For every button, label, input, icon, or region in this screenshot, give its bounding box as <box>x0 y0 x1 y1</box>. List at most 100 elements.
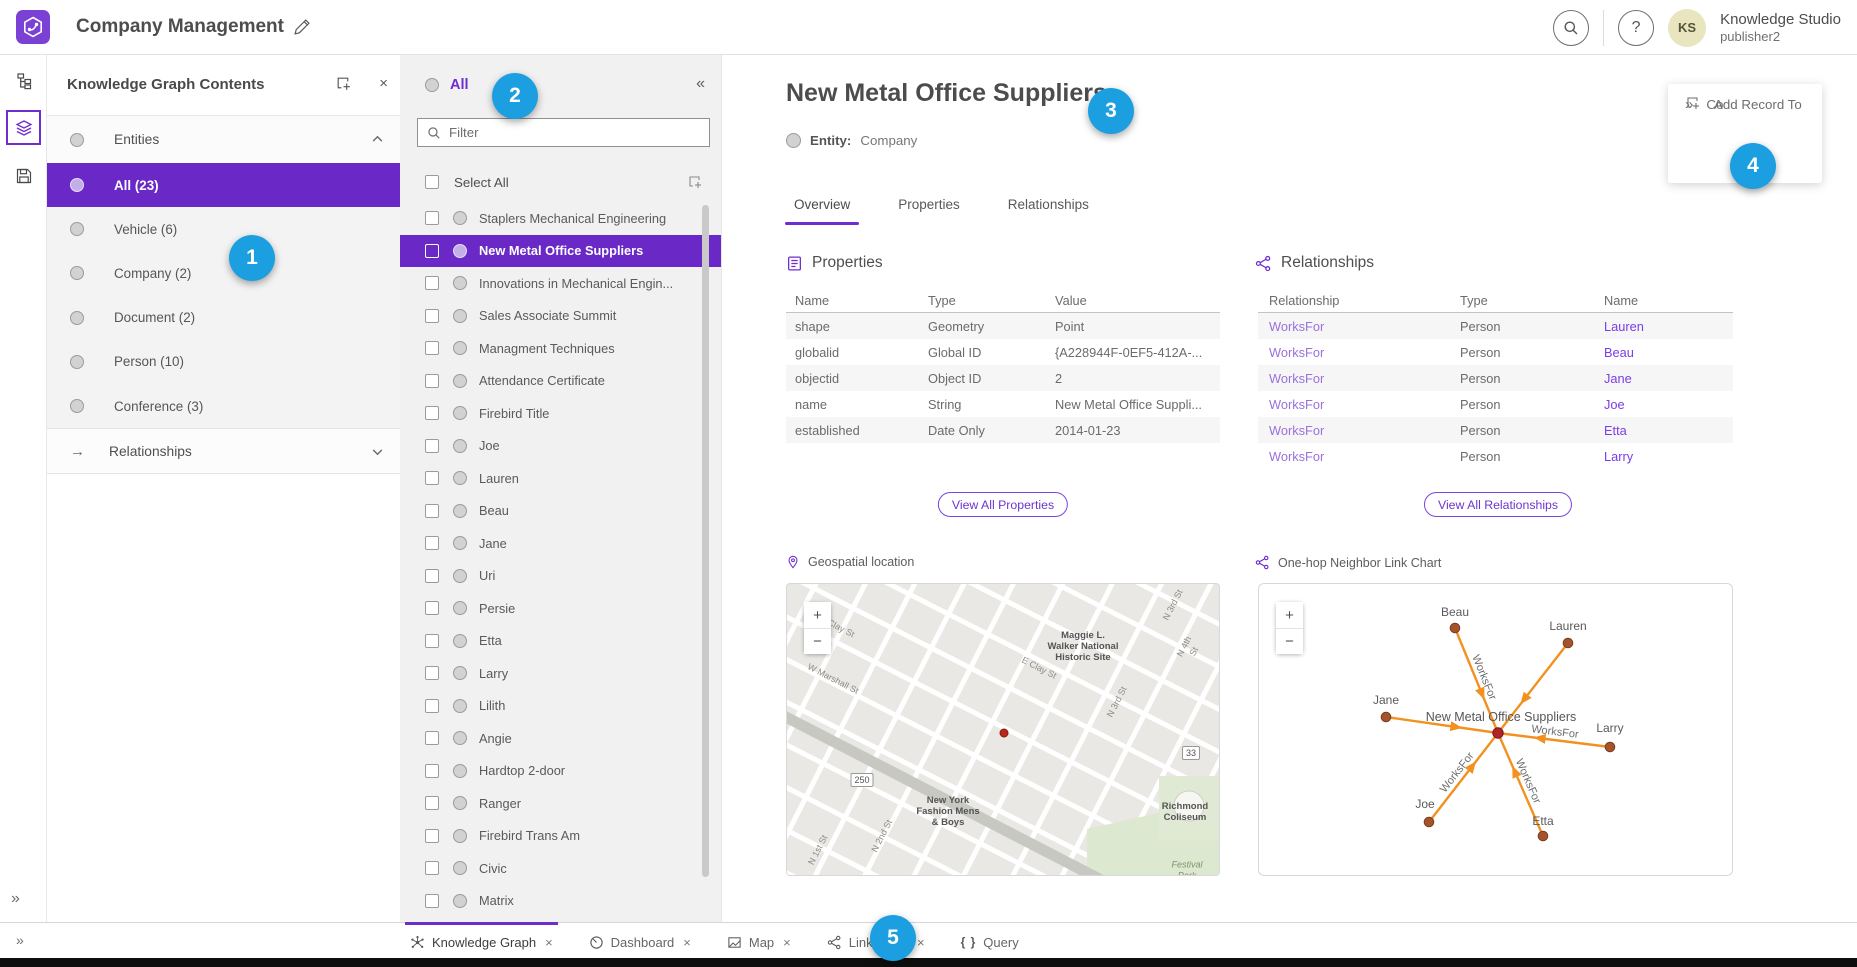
close-tab-icon[interactable]: × <box>545 935 553 950</box>
add-to-new-button[interactable] <box>335 75 352 92</box>
zoom-in-button[interactable]: + <box>1276 602 1303 628</box>
relationship-link[interactable]: WorksFor <box>1269 345 1460 360</box>
close-panel-button[interactable]: × <box>379 75 388 92</box>
entity-checkbox[interactable] <box>425 829 439 843</box>
entity-checkbox[interactable] <box>425 244 439 258</box>
search-button[interactable] <box>1553 10 1589 46</box>
entity-row[interactable]: Innovations in Mechanical Engin... <box>400 267 721 300</box>
entity-row[interactable]: Ranger <box>400 787 721 820</box>
related-entity-link[interactable]: Joe <box>1604 397 1733 412</box>
entity-type-row[interactable]: Conference (3) <box>47 384 400 428</box>
record-tab[interactable]: Relationships <box>999 191 1098 225</box>
entity-checkbox[interactable] <box>425 276 439 290</box>
collapse-panel-icon[interactable]: « <box>696 75 705 93</box>
entity-checkbox[interactable] <box>425 309 439 323</box>
entity-row[interactable]: Civic <box>400 852 721 885</box>
entity-checkbox[interactable] <box>425 536 439 550</box>
filter-input[interactable] <box>449 125 700 140</box>
link-chart-card[interactable]: WorksForWorksForWorksForWorksForBeauLaur… <box>1258 583 1733 876</box>
entity-row[interactable]: Persie <box>400 592 721 625</box>
related-entity-link[interactable]: Etta <box>1604 423 1733 438</box>
entity-row[interactable]: Jane <box>400 527 721 560</box>
entity-checkbox[interactable] <box>425 666 439 680</box>
entity-row[interactable]: Lilith <box>400 690 721 723</box>
entity-row[interactable]: Joe <box>400 430 721 463</box>
entity-checkbox[interactable] <box>425 341 439 355</box>
entity-row[interactable]: Larry <box>400 657 721 690</box>
zoom-in-button[interactable]: + <box>804 602 831 628</box>
edit-title-icon[interactable] <box>293 19 310 41</box>
entity-type-row[interactable]: Person (10) <box>47 340 400 384</box>
expand-icon[interactable]: » <box>16 932 24 948</box>
map-card[interactable]: N 3rd StN 4th StMaggie L. Walker Nationa… <box>786 583 1220 876</box>
data-model-button[interactable] <box>7 64 40 97</box>
entity-row[interactable]: Sales Associate Summit <box>400 300 721 333</box>
chevron-down-icon[interactable] <box>371 445 384 458</box>
relationship-link[interactable]: WorksFor <box>1269 449 1460 464</box>
entity-checkbox[interactable] <box>425 634 439 648</box>
entity-checkbox[interactable] <box>425 731 439 745</box>
chevron-up-icon[interactable] <box>371 133 384 146</box>
entity-checkbox[interactable] <box>425 406 439 420</box>
record-tab[interactable]: Overview <box>785 191 859 225</box>
view-tab[interactable]: Dashboard × <box>584 922 696 959</box>
user-block[interactable]: Knowledge Studio publisher2 <box>1720 11 1841 44</box>
entity-checkbox[interactable] <box>425 504 439 518</box>
entity-row[interactable]: Staplers Mechanical Engineering <box>400 202 721 235</box>
zoom-out-button[interactable]: − <box>1276 628 1303 654</box>
entity-checkbox[interactable] <box>425 699 439 713</box>
related-entity-link[interactable]: Larry <box>1604 449 1733 464</box>
relationship-link[interactable]: WorksFor <box>1269 319 1460 334</box>
entity-row[interactable]: Hardtop 2-door <box>400 755 721 788</box>
entity-checkbox[interactable] <box>425 569 439 583</box>
avatar[interactable]: KS <box>1668 9 1706 47</box>
entity-row[interactable]: Managment Techniques <box>400 332 721 365</box>
entity-row[interactable]: Angie <box>400 722 721 755</box>
layers-button[interactable] <box>7 111 40 144</box>
entity-checkbox[interactable] <box>425 796 439 810</box>
help-button[interactable]: ? <box>1618 10 1654 46</box>
select-all-checkbox[interactable] <box>425 175 439 189</box>
entity-row[interactable]: Attendance Certificate <box>400 365 721 398</box>
entity-checkbox[interactable] <box>425 211 439 225</box>
entity-type-row[interactable]: All (23) <box>47 163 400 207</box>
entity-row[interactable]: Firebird Title <box>400 397 721 430</box>
entity-checkbox[interactable] <box>425 764 439 778</box>
entity-row[interactable]: New Metal Office Suppliers <box>400 235 721 268</box>
entity-checkbox[interactable] <box>425 471 439 485</box>
scrollbar-thumb[interactable] <box>702 205 709 877</box>
entity-type-row[interactable]: Vehicle (6) <box>47 207 400 251</box>
close-tab-icon[interactable]: × <box>917 935 925 950</box>
relationship-link[interactable]: WorksFor <box>1269 397 1460 412</box>
entity-type-row[interactable]: Company (2) <box>47 251 400 295</box>
view-tab[interactable]: { } Query × <box>956 922 1024 959</box>
entity-row[interactable]: Lauren <box>400 462 721 495</box>
relationship-link[interactable]: WorksFor <box>1269 371 1460 386</box>
entity-type-row[interactable]: Document (2) <box>47 296 400 340</box>
record-tab[interactable]: Properties <box>889 191 969 225</box>
close-tab-icon[interactable]: × <box>783 935 791 950</box>
menu-item[interactable]: » Co <box>1668 84 1822 124</box>
entity-row[interactable]: Etta <box>400 625 721 658</box>
relationships-section-header[interactable]: → Relationships <box>47 428 400 474</box>
view-all-properties-button[interactable]: View All Properties <box>938 492 1068 517</box>
entity-row[interactable]: Uri <box>400 560 721 593</box>
related-entity-link[interactable]: Beau <box>1604 345 1733 360</box>
view-all-relationships-button[interactable]: View All Relationships <box>1424 492 1572 517</box>
entity-checkbox[interactable] <box>425 601 439 615</box>
entity-checkbox[interactable] <box>425 861 439 875</box>
entity-row[interactable]: Matrix <box>400 885 721 918</box>
entity-row[interactable]: Firebird Trans Am <box>400 820 721 853</box>
entity-checkbox[interactable] <box>425 439 439 453</box>
add-to-new-button[interactable] <box>687 174 703 190</box>
related-entity-link[interactable]: Jane <box>1604 371 1733 386</box>
select-all-row[interactable]: Select All <box>400 167 721 197</box>
rail-expand-icon[interactable]: » <box>11 890 20 908</box>
zoom-out-button[interactable]: − <box>804 628 831 654</box>
entity-checkbox[interactable] <box>425 894 439 908</box>
entity-row[interactable]: Beau <box>400 495 721 528</box>
view-tab[interactable]: Map × <box>722 922 796 959</box>
entity-checkbox[interactable] <box>425 374 439 388</box>
related-entity-link[interactable]: Lauren <box>1604 319 1733 334</box>
entities-section-header[interactable]: Entities <box>47 116 400 163</box>
